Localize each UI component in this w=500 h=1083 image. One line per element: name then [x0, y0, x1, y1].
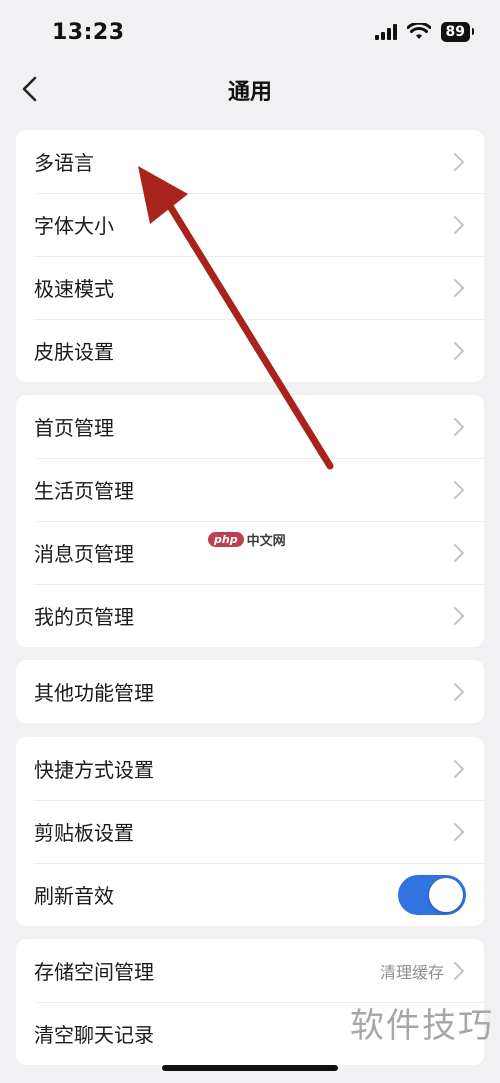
settings-group-display: 多语言 字体大小 极速模式 皮肤设置: [16, 130, 484, 382]
setting-label: 极速模式: [34, 277, 114, 301]
chevron-right-icon: [454, 682, 464, 701]
chevron-right-icon: [454, 341, 464, 360]
page-title: 通用: [227, 80, 272, 105]
chevron-right-icon: [454, 480, 464, 499]
status-time: 13:23: [52, 20, 125, 45]
chevron-right-icon: [454, 152, 464, 171]
php-cn-logo: php 中文网: [208, 530, 286, 549]
chevron-right-icon: [454, 215, 464, 234]
setting-label: 刷新音效: [34, 884, 114, 908]
setting-row-life-page[interactable]: 生活页管理: [16, 458, 484, 521]
setting-label: 快捷方式设置: [34, 758, 154, 782]
chevron-right-icon: [454, 759, 464, 778]
setting-label: 剪贴板设置: [34, 821, 134, 845]
watermark-text: 软件技巧: [350, 1006, 494, 1046]
setting-row-refresh-sound: 刷新音效: [16, 863, 484, 926]
settings-group-other: 其他功能管理: [16, 660, 484, 723]
wifi-icon: [406, 23, 431, 39]
setting-label: 首页管理: [34, 416, 114, 440]
setting-row-speed-mode[interactable]: 极速模式: [16, 256, 484, 319]
setting-row-language[interactable]: 多语言: [16, 130, 484, 193]
chevron-right-icon: [454, 822, 464, 841]
setting-row-storage[interactable]: 存储空间管理 清理缓存: [16, 939, 484, 1002]
chevron-right-icon: [454, 417, 464, 436]
chevron-right-icon: [454, 606, 464, 625]
setting-label: 多语言: [34, 151, 94, 175]
logo-cn-text: 中文网: [246, 534, 286, 549]
refresh-sound-toggle[interactable]: [398, 874, 466, 915]
setting-label: 字体大小: [34, 214, 114, 238]
toggle-knob: [429, 877, 463, 912]
battery-icon: 89: [440, 22, 475, 42]
cellular-signal-icon: [374, 24, 397, 40]
setting-label: 皮肤设置: [34, 340, 114, 364]
chevron-right-icon: [454, 961, 464, 980]
nav-bar: 通用: [0, 62, 500, 116]
setting-label: 其他功能管理: [34, 681, 154, 705]
settings-group-shortcuts: 快捷方式设置 剪贴板设置 刷新音效: [16, 737, 484, 926]
setting-label: 存储空间管理: [34, 960, 154, 984]
setting-row-font-size[interactable]: 字体大小: [16, 193, 484, 256]
setting-row-skin[interactable]: 皮肤设置: [16, 319, 484, 382]
setting-label: 我的页管理: [34, 605, 134, 629]
setting-row-clipboard[interactable]: 剪贴板设置: [16, 800, 484, 863]
status-icons: 89: [374, 22, 475, 42]
chevron-right-icon: [454, 278, 464, 297]
chevron-right-icon: [454, 543, 464, 562]
settings-group-pages: 首页管理 生活页管理 消息页管理 我的页管理: [16, 395, 484, 647]
clear-cache-value: 清理缓存: [379, 962, 444, 982]
setting-row-shortcuts[interactable]: 快捷方式设置: [16, 737, 484, 800]
home-indicator: [162, 1065, 338, 1071]
logo-php-text: php: [208, 532, 244, 547]
setting-row-my-page[interactable]: 我的页管理: [16, 584, 484, 647]
setting-row-home-page[interactable]: 首页管理: [16, 395, 484, 458]
setting-label: 生活页管理: [34, 479, 134, 503]
setting-row-other-features[interactable]: 其他功能管理: [16, 660, 484, 723]
status-bar: 13:23 89: [0, 0, 500, 62]
